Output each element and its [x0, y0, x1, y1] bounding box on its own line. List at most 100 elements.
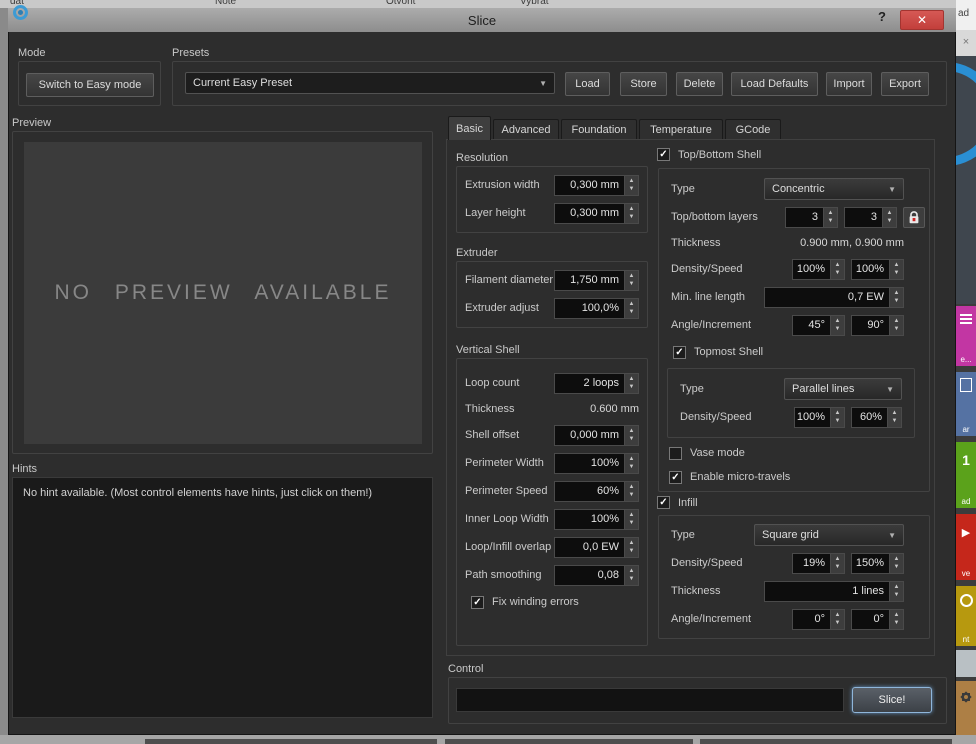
spinner-buttons[interactable]: ▲▼: [882, 207, 897, 228]
spin-up-icon[interactable]: ▲: [629, 512, 635, 518]
spin-up-icon[interactable]: ▲: [892, 410, 898, 416]
spinner-buttons[interactable]: ▲▼: [624, 203, 639, 224]
tab-foundation[interactable]: Foundation: [561, 119, 637, 140]
layer-height-spinbox[interactable]: 0,300 mm ▲▼: [554, 203, 639, 224]
spin-down-icon[interactable]: ▼: [629, 492, 635, 498]
spin-down-icon[interactable]: ▼: [835, 270, 841, 276]
extruder-adjust-spinbox[interactable]: 100,0% ▲▼: [554, 298, 639, 319]
spin-up-icon[interactable]: ▲: [828, 210, 834, 216]
topmost-shell-toggle[interactable]: ✓ Topmost Shell: [659, 339, 929, 365]
spinner-buttons[interactable]: ▲▼: [889, 553, 904, 574]
inner-loop-width-spinbox[interactable]: 100% ▲▼: [554, 509, 639, 530]
tab-advanced[interactable]: Advanced: [493, 119, 559, 140]
spin-down-icon[interactable]: ▼: [892, 418, 898, 424]
spinner-buttons[interactable]: ▲▼: [830, 407, 845, 428]
spin-down-icon[interactable]: ▼: [629, 186, 635, 192]
slice-button[interactable]: Slice!: [852, 687, 932, 713]
perimeter-width-spinbox[interactable]: 100% ▲▼: [554, 453, 639, 474]
spinner-buttons[interactable]: ▲▼: [830, 315, 845, 336]
extrusion-width-spinbox[interactable]: 0,300 mm ▲▼: [554, 175, 639, 196]
spin-up-icon[interactable]: ▲: [629, 178, 635, 184]
infill-density-spinbox[interactable]: 19% ▲▼: [792, 553, 845, 574]
tbs-speed-spinbox[interactable]: 100% ▲▼: [851, 259, 904, 280]
help-button[interactable]: ?: [878, 9, 886, 24]
spin-up-icon[interactable]: ▲: [835, 262, 841, 268]
spin-up-icon[interactable]: ▲: [629, 428, 635, 434]
spin-down-icon[interactable]: ▼: [629, 548, 635, 554]
spinner-buttons[interactable]: ▲▼: [624, 537, 639, 558]
tab-basic[interactable]: Basic: [448, 116, 491, 140]
spinner-buttons[interactable]: ▲▼: [830, 609, 845, 630]
spin-down-icon[interactable]: ▼: [835, 564, 841, 570]
spinner-buttons[interactable]: ▲▼: [830, 553, 845, 574]
top-bottom-shell-checkbox[interactable]: ✓: [657, 148, 670, 161]
spinner-buttons[interactable]: ▲▼: [889, 315, 904, 336]
spin-up-icon[interactable]: ▲: [894, 290, 900, 296]
spin-down-icon[interactable]: ▼: [629, 436, 635, 442]
tab-gcode[interactable]: GCode: [725, 119, 781, 140]
spin-up-icon[interactable]: ▲: [629, 206, 635, 212]
store-button[interactable]: Store: [620, 72, 667, 96]
tbs-layers-spinbox-2[interactable]: 3 ▲▼: [844, 207, 897, 228]
min-line-length-spinbox[interactable]: 0,7 EW ▲▼: [764, 287, 904, 308]
spin-up-icon[interactable]: ▲: [835, 410, 841, 416]
infill-thickness-spinbox[interactable]: 1 lines ▲▼: [764, 581, 904, 602]
infill-checkbox[interactable]: ✓: [657, 496, 670, 509]
fix-winding-errors-checkbox[interactable]: ✓: [471, 596, 484, 609]
spin-down-icon[interactable]: ▼: [828, 218, 834, 224]
spinner-buttons[interactable]: ▲▼: [889, 259, 904, 280]
spin-up-icon[interactable]: ▲: [835, 318, 841, 324]
lock-layers-button[interactable]: [903, 207, 925, 228]
infill-type-dropdown[interactable]: Square grid ▼: [754, 524, 904, 546]
perimeter-speed-spinbox[interactable]: 60% ▲▼: [554, 481, 639, 502]
tbs-angle-spinbox[interactable]: 45° ▲▼: [792, 315, 845, 336]
tbs-type-dropdown[interactable]: Concentric ▼: [764, 178, 904, 200]
spin-down-icon[interactable]: ▼: [835, 620, 841, 626]
infill-toggle[interactable]: ✓ Infill: [657, 496, 698, 509]
import-button[interactable]: Import: [826, 72, 872, 96]
switch-easy-mode-button[interactable]: Switch to Easy mode: [26, 73, 154, 97]
spin-up-icon[interactable]: ▲: [894, 584, 900, 590]
spinner-buttons[interactable]: ▲▼: [823, 207, 838, 228]
spin-up-icon[interactable]: ▲: [835, 612, 841, 618]
spin-up-icon[interactable]: ▲: [629, 540, 635, 546]
load-button[interactable]: Load: [565, 72, 610, 96]
spin-down-icon[interactable]: ▼: [629, 464, 635, 470]
tbs-increment-spinbox[interactable]: 90° ▲▼: [851, 315, 904, 336]
load-defaults-button[interactable]: Load Defaults: [731, 72, 818, 96]
spin-up-icon[interactable]: ▲: [894, 318, 900, 324]
spin-down-icon[interactable]: ▼: [894, 298, 900, 304]
spin-up-icon[interactable]: ▲: [629, 273, 635, 279]
spinner-buttons[interactable]: ▲▼: [624, 175, 639, 196]
spin-up-icon[interactable]: ▲: [894, 612, 900, 618]
export-button[interactable]: Export: [881, 72, 929, 96]
spinner-buttons[interactable]: ▲▼: [887, 407, 902, 428]
spinner-buttons[interactable]: ▲▼: [624, 509, 639, 530]
spinner-buttons[interactable]: ▲▼: [889, 287, 904, 308]
filament-diameter-spinbox[interactable]: 1,750 mm ▲▼: [554, 270, 639, 291]
preset-dropdown[interactable]: Current Easy Preset ▼: [185, 72, 555, 94]
spinner-buttons[interactable]: ▲▼: [624, 565, 639, 586]
close-button[interactable]: ✕: [900, 10, 944, 30]
vase-mode-toggle[interactable]: Vase mode: [659, 441, 929, 465]
enable-micro-travels-toggle[interactable]: ✓ Enable micro-travels: [659, 465, 929, 489]
spin-down-icon[interactable]: ▼: [894, 620, 900, 626]
spin-down-icon[interactable]: ▼: [894, 564, 900, 570]
tbs-layers-spinbox-1[interactable]: 3 ▲▼: [785, 207, 838, 228]
spin-down-icon[interactable]: ▼: [629, 384, 635, 390]
spin-down-icon[interactable]: ▼: [835, 418, 841, 424]
spin-down-icon[interactable]: ▼: [835, 326, 841, 332]
tab-temperature[interactable]: Temperature: [639, 119, 723, 140]
spin-down-icon[interactable]: ▼: [629, 576, 635, 582]
spin-down-icon[interactable]: ▼: [894, 270, 900, 276]
spin-up-icon[interactable]: ▲: [894, 262, 900, 268]
spin-up-icon[interactable]: ▲: [629, 301, 635, 307]
spin-down-icon[interactable]: ▼: [887, 218, 893, 224]
spinner-buttons[interactable]: ▲▼: [830, 259, 845, 280]
spinner-buttons[interactable]: ▲▼: [889, 581, 904, 602]
spin-down-icon[interactable]: ▼: [629, 214, 635, 220]
spin-up-icon[interactable]: ▲: [629, 484, 635, 490]
spin-down-icon[interactable]: ▼: [894, 592, 900, 598]
topmost-shell-checkbox[interactable]: ✓: [673, 346, 686, 359]
vase-mode-checkbox[interactable]: [669, 447, 682, 460]
